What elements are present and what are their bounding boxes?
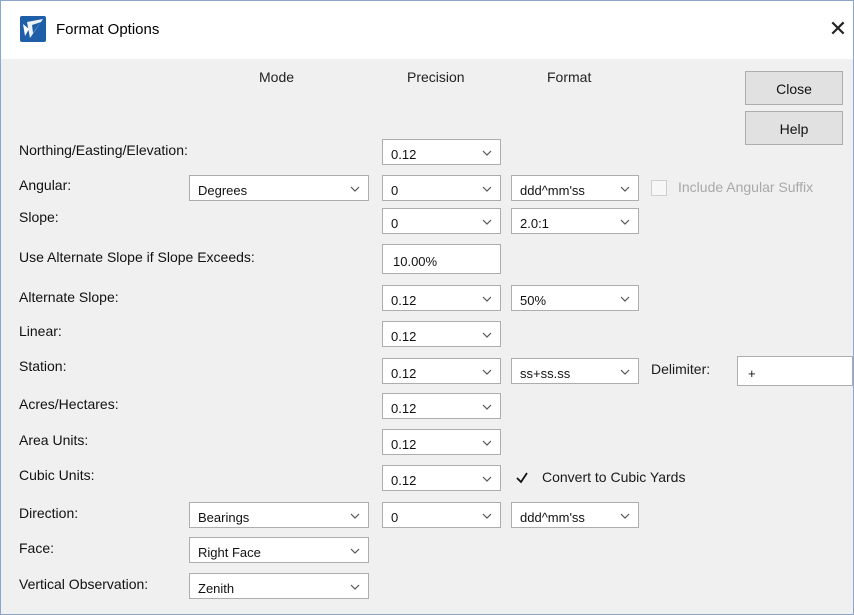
dropdown-value: Degrees (198, 183, 248, 198)
chevron-down-icon (620, 359, 630, 385)
chevron-down-icon (482, 503, 492, 529)
alt-slope-format-dropdown[interactable]: 50% (511, 285, 639, 311)
app-icon (20, 16, 46, 42)
label-linear: Linear: (19, 323, 62, 339)
dropdown-value: 0 (391, 216, 399, 231)
label-direction: Direction: (19, 505, 79, 521)
chevron-down-icon (482, 466, 492, 492)
format-options-dialog: Format Options ✕ Mode Precision Format C… (0, 0, 854, 615)
area-precision-dropdown[interactable]: 0.12 (382, 429, 501, 455)
angular-mode-dropdown[interactable]: Degrees (189, 175, 369, 201)
dropdown-value: 0.12 (391, 329, 417, 344)
dropdown-value: 0.12 (391, 366, 417, 381)
dropdown-value: 50% (520, 293, 547, 308)
checkmark-icon (516, 472, 528, 484)
convert-cubic-yards-checkbox[interactable] (514, 470, 530, 486)
alt-slope-precision-dropdown[interactable]: 0.12 (382, 285, 501, 311)
northing-precision-dropdown[interactable]: 0.12 (382, 139, 501, 165)
face-mode-dropdown[interactable]: Right Face (189, 537, 369, 563)
station-precision-dropdown[interactable]: 0.12 (382, 358, 501, 384)
chevron-down-icon (482, 359, 492, 385)
chevron-down-icon (620, 176, 630, 202)
label-face: Face: (19, 540, 55, 556)
dialog-body: Mode Precision Format Close Help Northin… (1, 59, 853, 614)
convert-cubic-yards-label: Convert to Cubic Yards (542, 469, 686, 485)
dropdown-value: 0.12 (391, 473, 417, 488)
label-area-units: Area Units: (19, 432, 89, 448)
label-vertical-observation: Vertical Observation: (19, 576, 149, 592)
chevron-down-icon (482, 176, 492, 202)
dropdown-value: 0.12 (391, 401, 417, 416)
label-alt-slope-exceeds: Use Alternate Slope if Slope Exceeds: (19, 249, 255, 265)
chevron-down-icon (482, 140, 492, 166)
slope-format-dropdown[interactable]: 2.0:1 (511, 208, 639, 234)
delimiter-label: Delimiter: (651, 361, 711, 377)
direction-mode-dropdown[interactable]: Bearings (189, 502, 369, 528)
dropdown-value: 0 (391, 183, 399, 198)
direction-precision-dropdown[interactable]: 0 (382, 502, 501, 528)
chevron-down-icon (620, 209, 630, 235)
dropdown-value: ddd^mm'ss (520, 510, 585, 525)
dropdown-value: 0.12 (391, 293, 417, 308)
vertical-observation-dropdown[interactable]: Zenith (189, 573, 369, 599)
delimiter-input[interactable]: + (737, 356, 853, 386)
label-alternate-slope: Alternate Slope: (19, 289, 119, 305)
window-close-icon[interactable]: ✕ (823, 9, 853, 49)
chevron-down-icon (482, 430, 492, 456)
chevron-down-icon (350, 574, 360, 600)
chevron-down-icon (350, 176, 360, 202)
close-button[interactable]: Close (745, 71, 843, 105)
chevron-down-icon (350, 538, 360, 564)
dropdown-value: 0 (391, 510, 399, 525)
acres-precision-dropdown[interactable]: 0.12 (382, 393, 501, 419)
dropdown-value: Right Face (198, 545, 261, 560)
dropdown-value: 0.12 (391, 147, 417, 162)
chevron-down-icon (482, 322, 492, 348)
title-bar: Format Options ✕ (1, 1, 853, 59)
label-slope: Slope: (19, 209, 59, 225)
dropdown-value: Bearings (198, 510, 250, 525)
dropdown-value: 0.12 (391, 437, 417, 452)
chevron-down-icon (482, 209, 492, 235)
label-angular: Angular: (19, 177, 72, 193)
header-mode: Mode (259, 69, 295, 85)
include-angular-suffix-checkbox[interactable] (651, 180, 667, 196)
alt-slope-exceeds-input[interactable]: 10.00% (382, 244, 501, 274)
include-angular-suffix-label: Include Angular Suffix (678, 179, 814, 195)
chevron-down-icon (350, 503, 360, 529)
window-title: Format Options (56, 21, 160, 38)
station-format-dropdown[interactable]: ss+ss.ss (511, 358, 639, 384)
label-cubic-units: Cubic Units: (19, 467, 95, 483)
direction-format-dropdown[interactable]: ddd^mm'ss (511, 502, 639, 528)
label-acres-hectares: Acres/Hectares: (19, 396, 119, 412)
label-northing: Northing/Easting/Elevation: (19, 142, 188, 158)
chevron-down-icon (620, 503, 630, 529)
angular-precision-dropdown[interactable]: 0 (382, 175, 501, 201)
dropdown-value: ss+ss.ss (520, 366, 571, 381)
chevron-down-icon (620, 286, 630, 312)
angular-format-dropdown[interactable]: ddd^mm'ss (511, 175, 639, 201)
header-precision: Precision (407, 69, 465, 85)
chevron-down-icon (482, 394, 492, 420)
linear-precision-dropdown[interactable]: 0.12 (382, 321, 501, 347)
dropdown-value: Zenith (198, 581, 235, 596)
dropdown-value: ddd^mm'ss (520, 183, 585, 198)
slope-precision-dropdown[interactable]: 0 (382, 208, 501, 234)
help-button[interactable]: Help (745, 111, 843, 145)
label-station: Station: (19, 358, 67, 374)
cubic-precision-dropdown[interactable]: 0.12 (382, 465, 501, 491)
chevron-down-icon (482, 286, 492, 312)
header-format: Format (547, 69, 592, 85)
dropdown-value: 2.0:1 (520, 216, 549, 231)
